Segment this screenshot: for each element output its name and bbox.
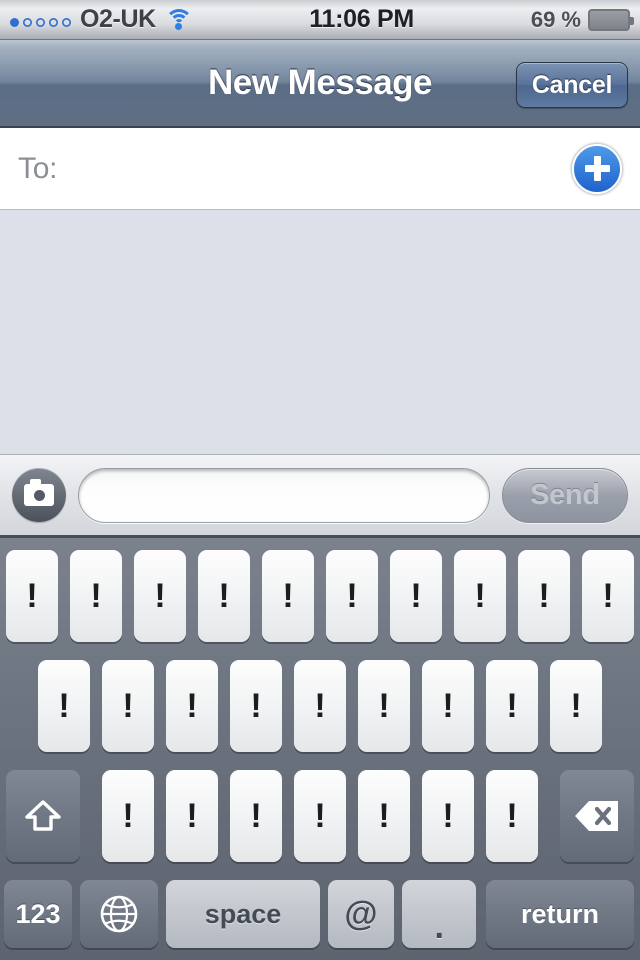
- keyboard-key[interactable]: !: [422, 770, 474, 862]
- globe-key[interactable]: [80, 880, 158, 948]
- battery-percent-label: 69 %: [530, 6, 581, 32]
- recipient-input[interactable]: [57, 128, 572, 209]
- keyboard-key-label: !: [26, 577, 38, 615]
- status-bar-right: 69 %: [454, 7, 640, 33]
- keyboard-key-label: !: [186, 687, 198, 725]
- keyboard-key[interactable]: !: [358, 770, 410, 862]
- return-key-label: return: [520, 898, 599, 929]
- compose-bar: Send: [0, 455, 640, 538]
- backspace-icon: [574, 799, 620, 833]
- status-bar: O2-UK 11:06 PM 69 %: [0, 0, 640, 40]
- keyboard-key-label: !: [378, 687, 390, 725]
- space-key-label: space: [204, 898, 282, 929]
- keyboard-key-label: !: [250, 797, 262, 835]
- keyboard-key[interactable]: !: [166, 770, 218, 862]
- battery-icon: [588, 8, 634, 31]
- keyboard-key[interactable]: !: [422, 660, 474, 752]
- iphone-screen: O2-UK 11:06 PM 69 % New Message Cancel T…: [0, 0, 640, 960]
- keyboard-key-label: !: [122, 797, 134, 835]
- keyboard-key[interactable]: !: [486, 660, 538, 752]
- keyboard-key-label: !: [186, 797, 198, 835]
- keyboard-key-label: !: [538, 577, 550, 615]
- keyboard-key-label: !: [58, 687, 70, 725]
- keyboard-key-label: !: [282, 577, 294, 615]
- to-label: To:: [18, 151, 58, 185]
- keyboard-key[interactable]: !: [486, 770, 538, 862]
- period-key-label: .: [434, 907, 444, 946]
- keyboard-key-label: !: [506, 687, 518, 725]
- on-screen-keyboard: !!!!!!!!!! !!!!!!!!! !!!!!!! 123 space @…: [0, 538, 640, 960]
- keyboard-key[interactable]: !: [134, 550, 186, 642]
- keyboard-key-label: !: [218, 577, 230, 615]
- at-key-label: @: [344, 895, 378, 933]
- camera-icon[interactable]: [12, 468, 66, 522]
- keyboard-key[interactable]: !: [454, 550, 506, 642]
- keyboard-key[interactable]: !: [6, 550, 58, 642]
- cancel-button[interactable]: Cancel: [516, 62, 628, 108]
- message-input[interactable]: [78, 467, 490, 523]
- keyboard-key-label: !: [474, 577, 486, 615]
- shift-icon: [23, 799, 63, 833]
- keyboard-key-label: !: [442, 687, 454, 725]
- wifi-icon: [164, 9, 193, 30]
- keyboard-key-label: !: [378, 797, 390, 835]
- keyboard-key[interactable]: !: [38, 660, 90, 752]
- keyboard-key[interactable]: !: [582, 550, 634, 642]
- keyboard-key[interactable]: !: [230, 770, 282, 862]
- numeric-key-label: 123: [15, 898, 61, 929]
- navigation-bar: New Message Cancel: [0, 40, 640, 128]
- message-list-area: [0, 210, 640, 455]
- keyboard-key[interactable]: !: [102, 770, 154, 862]
- backspace-key[interactable]: [560, 770, 634, 862]
- keyboard-key[interactable]: !: [326, 550, 378, 642]
- keyboard-key[interactable]: !: [390, 550, 442, 642]
- status-bar-left: O2-UK: [0, 5, 269, 34]
- recipient-field-row[interactable]: To:: [0, 128, 640, 210]
- keyboard-key[interactable]: !: [518, 550, 570, 642]
- keyboard-key[interactable]: !: [294, 660, 346, 752]
- keyboard-key-label: !: [314, 687, 326, 725]
- period-key[interactable]: .: [402, 880, 476, 948]
- send-button[interactable]: Send: [502, 467, 628, 523]
- keyboard-key[interactable]: !: [230, 660, 282, 752]
- keyboard-key[interactable]: !: [262, 550, 314, 642]
- keyboard-key-label: !: [314, 797, 326, 835]
- shift-key[interactable]: [6, 770, 80, 862]
- plus-icon[interactable]: [572, 143, 622, 194]
- space-key[interactable]: space: [166, 880, 320, 948]
- signal-strength-icon: [10, 13, 71, 27]
- keyboard-key[interactable]: !: [198, 550, 250, 642]
- keyboard-key-label: !: [570, 687, 582, 725]
- keyboard-key[interactable]: !: [70, 550, 122, 642]
- carrier-label: O2-UK: [80, 5, 156, 33]
- keyboard-key-label: !: [154, 577, 166, 615]
- keyboard-key[interactable]: !: [358, 660, 410, 752]
- at-key[interactable]: @: [328, 880, 394, 948]
- page-title: New Message: [207, 63, 433, 102]
- keyboard-key-label: !: [346, 577, 358, 615]
- clock-label: 11:06 PM: [309, 5, 414, 33]
- status-bar-center: 11:06 PM: [269, 5, 455, 34]
- keyboard-key-label: !: [250, 687, 262, 725]
- keyboard-key-label: !: [410, 577, 422, 615]
- numeric-key[interactable]: 123: [4, 880, 72, 948]
- keyboard-key[interactable]: !: [102, 660, 154, 752]
- return-key[interactable]: return: [486, 880, 634, 948]
- keyboard-key-label: !: [90, 577, 102, 615]
- keyboard-key[interactable]: !: [166, 660, 218, 752]
- keyboard-key[interactable]: !: [294, 770, 346, 862]
- keyboard-key[interactable]: !: [550, 660, 602, 752]
- globe-icon: [99, 894, 139, 934]
- keyboard-key-label: !: [442, 797, 454, 835]
- keyboard-key-label: !: [506, 797, 518, 835]
- keyboard-key-label: !: [602, 577, 614, 615]
- keyboard-key-label: !: [122, 687, 134, 725]
